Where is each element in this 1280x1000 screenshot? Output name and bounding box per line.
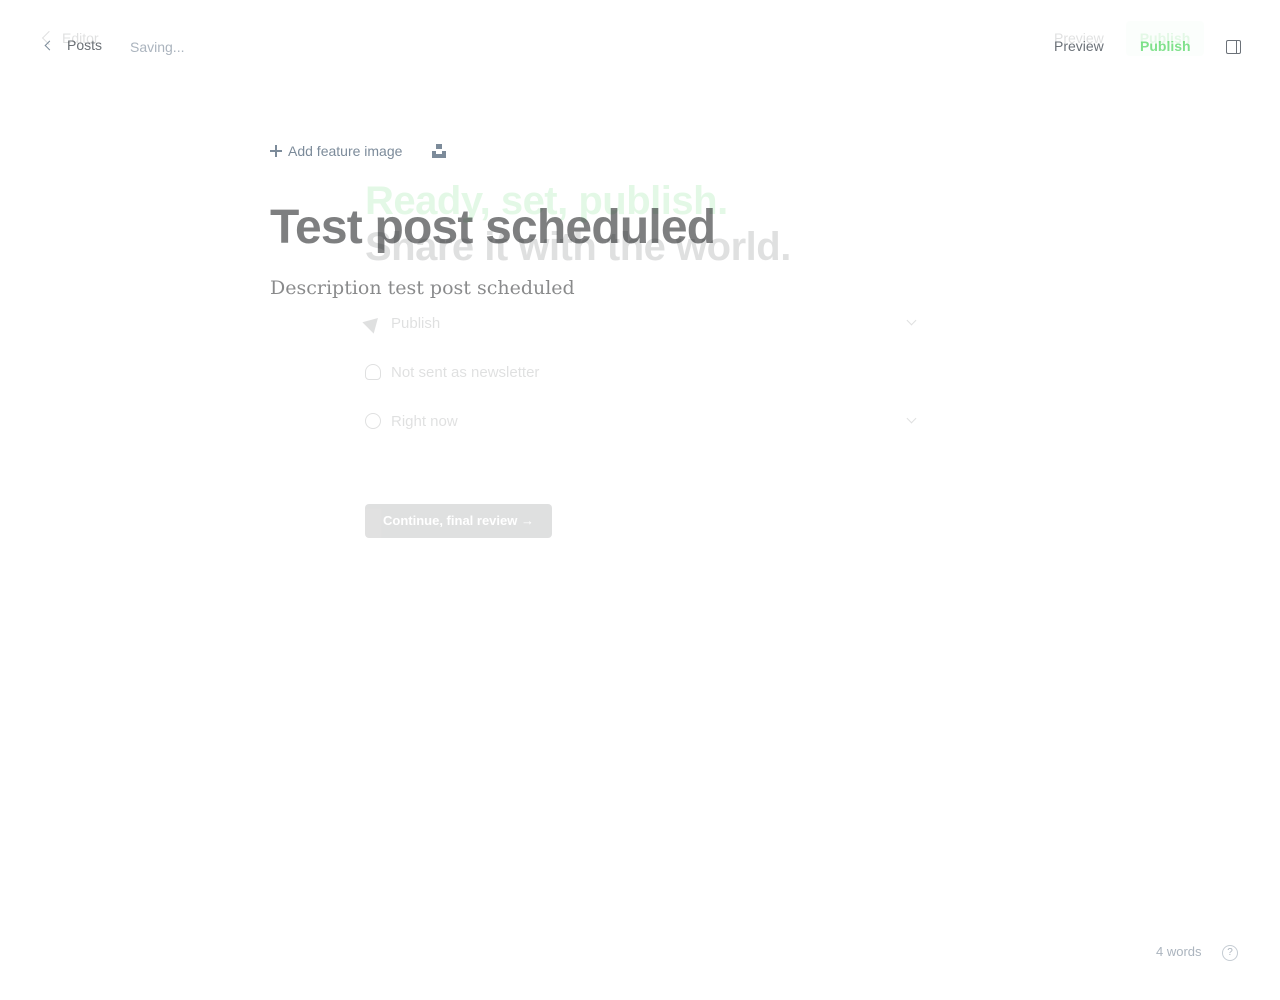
back-to-posts-link[interactable]: Posts — [40, 37, 102, 53]
publish-time-option[interactable]: Right now — [365, 409, 917, 433]
post-title-input[interactable]: Test post scheduled — [270, 198, 716, 258]
back-to-posts-label: Posts — [67, 37, 103, 53]
newsletter-option[interactable]: Not sent as newsletter — [365, 360, 915, 384]
chevron-down-icon — [906, 315, 917, 326]
unsplash-icon[interactable] — [432, 144, 446, 158]
help-icon[interactable]: ? — [1222, 945, 1238, 961]
paper-plane-icon — [362, 312, 384, 334]
post-excerpt-input[interactable]: Description test post scheduled — [270, 277, 575, 299]
sidebar-toggle-icon[interactable] — [1226, 40, 1241, 54]
newsletter-label: Not sent as newsletter — [391, 363, 540, 381]
continue-final-review-button[interactable]: Continue, final review → — [365, 504, 552, 538]
chevron-down-icon — [906, 413, 917, 424]
user-icon — [365, 364, 381, 380]
publish-button[interactable]: Publish — [1140, 38, 1191, 54]
preview-button[interactable]: Preview — [1054, 38, 1104, 54]
publish-type-label: Publish — [391, 314, 441, 332]
publish-type-option[interactable]: Publish — [362, 311, 917, 335]
add-feature-image-label: Add feature image — [288, 143, 403, 159]
editor-page: Editor Preview Publish Ready, set, publi… — [0, 0, 1280, 1000]
plus-icon — [270, 145, 282, 157]
clock-icon — [365, 413, 381, 429]
add-feature-image-button[interactable]: Add feature image — [270, 143, 402, 159]
word-count: 4 words — [1156, 944, 1202, 959]
save-status: Saving... — [130, 39, 185, 55]
publish-flow-overlay: Editor Preview Publish Ready, set, publi… — [0, 0, 1280, 1000]
chevron-left-icon — [44, 40, 55, 50]
publish-time-label: Right now — [391, 412, 458, 430]
